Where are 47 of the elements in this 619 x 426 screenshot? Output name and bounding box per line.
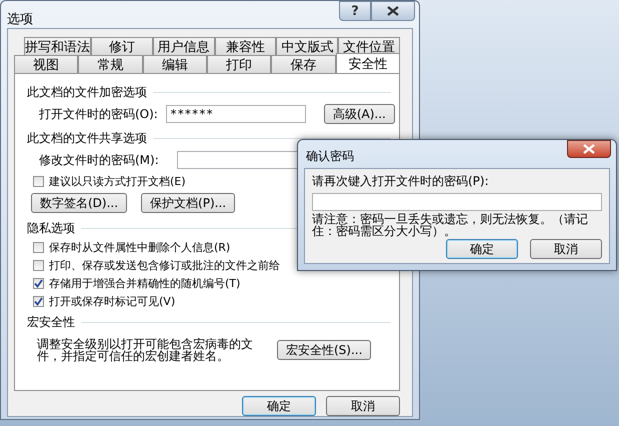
tab[interactable]: 拼写和语法 <box>24 37 91 55</box>
checkbox-label: 打印、保存或发送包含修订或批注的文件之前给 <box>49 258 280 272</box>
tab[interactable]: 打印 <box>206 55 272 73</box>
password-field[interactable] <box>312 193 602 211</box>
password-field[interactable]: ****** <box>166 105 306 123</box>
checkbox[interactable] <box>33 242 44 252</box>
checkbox[interactable] <box>33 296 44 306</box>
prompt-label: 请再次键入打开文件时的密码(P): <box>312 173 490 190</box>
close-button[interactable] <box>371 1 415 21</box>
warning-text: 请注意：密码一旦丢失或遗忘，则无法恢复。（请记住：密码需区分大小写）。 <box>312 213 589 237</box>
option-button[interactable]: 数字签名(D)... <box>31 193 128 213</box>
window-title: 选项 <box>6 11 33 28</box>
tab[interactable]: 视图 <box>14 55 78 73</box>
tab[interactable]: 保存 <box>271 55 336 73</box>
checkbox[interactable] <box>33 260 44 270</box>
help-button[interactable]: ? <box>339 1 371 21</box>
section-title: 宏安全性 <box>27 314 75 330</box>
ok-button[interactable]: 确定 <box>446 239 518 259</box>
tab[interactable]: 常规 <box>78 55 143 73</box>
field-label: 打开文件时的密码(O): <box>39 106 158 122</box>
checkbox-label: 存储用于增强合并精确性的随机编号(T) <box>49 276 240 290</box>
checkbox[interactable] <box>33 176 44 186</box>
section-title: 隐私选项 <box>27 220 75 236</box>
section-title: 此文档的文件加密选项 <box>27 84 147 100</box>
tab[interactable]: 兼容性 <box>214 37 276 55</box>
tab[interactable]: 编辑 <box>142 55 207 73</box>
close-icon <box>387 6 399 16</box>
cancel-button[interactable]: 取消 <box>326 396 400 416</box>
cancel-button[interactable]: 取消 <box>530 239 602 259</box>
description-text: 调整安全级别以打开可能包含宏病毒的文件，并指定可信任的宏创建者姓名。 <box>37 338 254 362</box>
tab[interactable]: 中文版式 <box>276 37 338 55</box>
close-icon <box>583 144 595 154</box>
advanced-button[interactable]: 高级(A)... <box>324 104 395 124</box>
checkbox-label: 建议以只读方式打开文档(E) <box>49 174 186 188</box>
close-button[interactable] <box>567 140 611 158</box>
checkbox-label: 保存时从文件属性中删除个人信息(R) <box>49 240 230 254</box>
field-label: 修改文件时的密码(M): <box>39 152 160 168</box>
tab[interactable]: 安全性 <box>336 53 400 73</box>
dialog-title: 确认密码 <box>305 148 354 165</box>
option-button[interactable]: 保护文档(P)... <box>141 193 236 213</box>
tab[interactable]: 用户信息 <box>152 37 215 55</box>
tab[interactable]: 修订 <box>91 37 153 55</box>
section-title: 此文档的文件共享选项 <box>27 130 147 146</box>
ok-button[interactable]: 确定 <box>242 396 316 416</box>
macro-security-button[interactable]: 宏安全性(S)... <box>277 340 372 360</box>
checkbox[interactable] <box>33 278 44 288</box>
checkbox-label: 打开或保存时标记可见(V) <box>49 294 176 308</box>
